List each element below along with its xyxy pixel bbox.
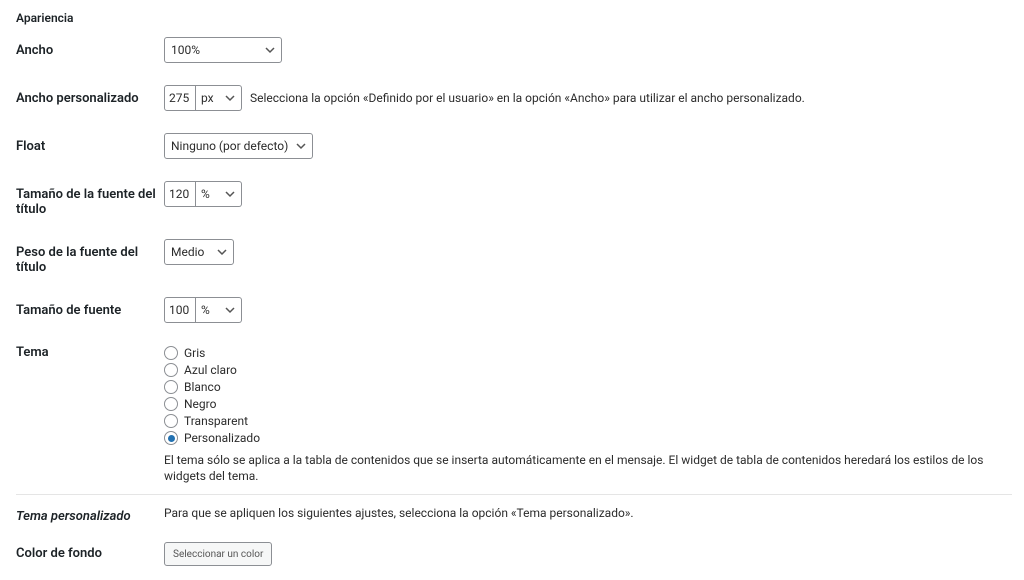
width-select[interactable]: 100% <box>164 37 282 63</box>
theme-option-gris[interactable]: Gris <box>164 345 1012 361</box>
theme-label: Tema <box>16 345 164 360</box>
chevron-down-icon <box>225 93 235 103</box>
radio-icon <box>164 363 178 377</box>
bg-color-picker[interactable]: Seleccionar un color <box>164 542 272 566</box>
title-font-size-input[interactable]: 120 <box>164 181 196 207</box>
select-color-button[interactable]: Seleccionar un color <box>164 542 272 566</box>
row-custom-width: Ancho personalizado 275 px Selecciona la… <box>16 85 1012 111</box>
radio-label: Azul claro <box>184 362 237 378</box>
title-font-size-unit-select[interactable]: % <box>196 181 242 207</box>
float-label: Float <box>16 133 164 154</box>
theme-option-personalizado[interactable]: Personalizado <box>164 430 1012 446</box>
radio-icon <box>164 346 178 360</box>
appearance-panel: Apariencia Ancho 100% Ancho personalizad… <box>0 0 1024 580</box>
chevron-down-icon <box>265 45 275 55</box>
row-title-font-weight: Peso de la fuente del título Medio <box>16 239 1012 275</box>
custom-width-hint: Selecciona la opción «Definido por el us… <box>250 85 805 111</box>
width-label: Ancho <box>16 37 164 58</box>
section-title: Apariencia <box>16 5 1012 25</box>
row-title-font-size: Tamaño de la fuente del título 120 % <box>16 181 1012 217</box>
custom-width-input[interactable]: 275 <box>164 85 196 111</box>
row-float: Float Ninguno (por defecto) <box>16 133 1012 159</box>
font-size-unit-value: % <box>201 303 210 317</box>
font-size-label: Tamaño de fuente <box>16 297 164 318</box>
theme-option-azul-claro[interactable]: Azul claro <box>164 362 1012 378</box>
radio-label: Personalizado <box>184 430 260 446</box>
title-font-weight-value: Medio <box>171 245 204 259</box>
bg-color-label: Color de fondo <box>16 542 164 561</box>
radio-icon <box>164 414 178 428</box>
theme-option-negro[interactable]: Negro <box>164 396 1012 412</box>
radio-label: Negro <box>184 396 216 412</box>
radio-label: Blanco <box>184 379 221 395</box>
custom-width-unit-select[interactable]: px <box>196 85 242 111</box>
theme-option-blanco[interactable]: Blanco <box>164 379 1012 395</box>
float-select[interactable]: Ninguno (por defecto) <box>164 133 313 159</box>
radio-icon <box>164 431 178 445</box>
font-size-input[interactable]: 100 <box>164 297 196 323</box>
font-size-group: 100 % <box>164 297 242 323</box>
radio-icon <box>164 380 178 394</box>
title-font-size-unit-value: % <box>201 187 210 201</box>
row-theme: Tema Gris Azul claro Blanco Negro Transp… <box>16 345 1012 484</box>
theme-description: El tema sólo se aplica a la tabla de con… <box>164 452 1012 484</box>
title-font-weight-label: Peso de la fuente del título <box>16 239 164 275</box>
custom-theme-hint: Para que se apliquen los siguientes ajus… <box>164 506 634 520</box>
custom-theme-section: Tema personalizado Para que se apliquen … <box>16 494 1012 580</box>
chevron-down-icon <box>296 141 306 151</box>
title-font-size-group: 120 % <box>164 181 242 207</box>
row-bg-color: Color de fondo Seleccionar un color <box>16 542 1012 566</box>
title-font-weight-select[interactable]: Medio <box>164 239 234 265</box>
theme-option-transparent[interactable]: Transparent <box>164 413 1012 429</box>
chevron-down-icon <box>217 247 227 257</box>
radio-icon <box>164 397 178 411</box>
chevron-down-icon <box>225 305 235 315</box>
radio-label: Gris <box>184 345 205 361</box>
chevron-down-icon <box>225 189 235 199</box>
custom-width-group: 275 px <box>164 85 242 111</box>
row-font-size: Tamaño de fuente 100 % <box>16 297 1012 323</box>
row-width: Ancho 100% <box>16 37 1012 63</box>
title-font-size-label: Tamaño de la fuente del título <box>16 181 164 217</box>
custom-width-unit-value: px <box>201 91 214 105</box>
custom-width-label: Ancho personalizado <box>16 85 164 106</box>
theme-radio-list: Gris Azul claro Blanco Negro Transparent… <box>164 345 1012 446</box>
custom-theme-title: Tema personalizado <box>16 509 164 524</box>
font-size-unit-select[interactable]: % <box>196 297 242 323</box>
width-select-value: 100% <box>171 43 200 57</box>
radio-label: Transparent <box>184 413 248 429</box>
float-select-value: Ninguno (por defecto) <box>171 139 288 153</box>
